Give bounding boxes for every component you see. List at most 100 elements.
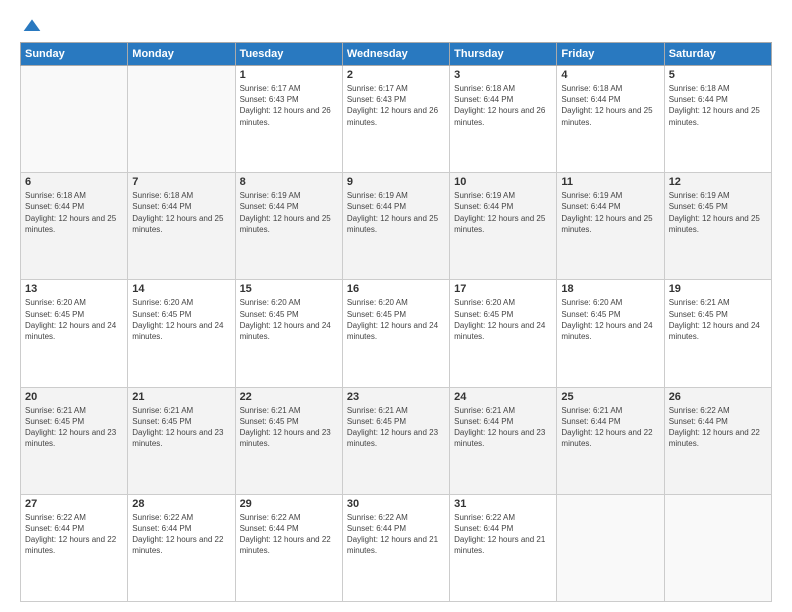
calendar-day: 14 Sunrise: 6:20 AM Sunset: 6:45 PM Dayli… [128, 280, 235, 387]
calendar-day: 13Sunrise: 6:20 AM Sunset: 6:45 PM Dayli… [21, 280, 128, 387]
day-number: 16 [347, 283, 445, 295]
day-info: Sunrise: 6:21 AM Sunset: 6:45 PM Dayligh… [669, 297, 767, 342]
day-info: Sunrise: 6:20 AM Sunset: 6:45 PM Dayligh… [240, 297, 338, 342]
calendar-day [557, 494, 664, 601]
day-info: Sunrise: 6:21 AM Sunset: 6:45 PM Dayligh… [240, 405, 338, 450]
day-info: Sunrise: 6:21 AM Sunset: 6:44 PM Dayligh… [454, 405, 552, 450]
calendar-day [128, 66, 235, 173]
day-number: 22 [240, 391, 338, 403]
day-number: 30 [347, 498, 445, 510]
calendar-day: 5 Sunrise: 6:18 AM Sunset: 6:44 PM Daylig… [664, 66, 771, 173]
calendar-header-row: SundayMondayTuesdayWednesdayThursdayFrid… [21, 43, 772, 66]
calendar-day [664, 494, 771, 601]
calendar: SundayMondayTuesdayWednesdayThursdayFrid… [20, 42, 772, 602]
calendar-week-row: 13Sunrise: 6:20 AM Sunset: 6:45 PM Dayli… [21, 280, 772, 387]
day-number: 25 [561, 391, 659, 403]
day-info: Sunrise: 6:19 AM Sunset: 6:44 PM Dayligh… [347, 190, 445, 235]
header [20, 16, 772, 32]
calendar-day: 15 Sunrise: 6:20 AM Sunset: 6:45 PM Dayli… [235, 280, 342, 387]
day-number: 6 [25, 176, 123, 188]
day-number: 23 [347, 391, 445, 403]
day-number: 4 [561, 69, 659, 81]
day-number: 17 [454, 283, 552, 295]
logo-text [20, 16, 42, 36]
calendar-day: 30 Sunrise: 6:22 AM Sunset: 6:44 PM Dayli… [342, 494, 449, 601]
day-info: Sunrise: 6:22 AM Sunset: 6:44 PM Dayligh… [240, 512, 338, 557]
calendar-day: 3Sunrise: 6:18 AM Sunset: 6:44 PM Daylig… [450, 66, 557, 173]
day-info: Sunrise: 6:22 AM Sunset: 6:44 PM Dayligh… [669, 405, 767, 450]
day-info: Sunrise: 6:20 AM Sunset: 6:45 PM Dayligh… [561, 297, 659, 342]
calendar-day: 12 Sunrise: 6:19 AM Sunset: 6:45 PM Dayli… [664, 173, 771, 280]
day-info: Sunrise: 6:18 AM Sunset: 6:44 PM Dayligh… [132, 190, 230, 235]
day-info: Sunrise: 6:20 AM Sunset: 6:45 PM Dayligh… [25, 297, 123, 342]
day-number: 20 [25, 391, 123, 403]
day-number: 8 [240, 176, 338, 188]
day-info: Sunrise: 6:18 AM Sunset: 6:44 PM Dayligh… [454, 83, 552, 128]
day-info: Sunrise: 6:21 AM Sunset: 6:45 PM Dayligh… [132, 405, 230, 450]
day-number: 15 [240, 283, 338, 295]
day-info: Sunrise: 6:18 AM Sunset: 6:44 PM Dayligh… [669, 83, 767, 128]
calendar-day: 29 Sunrise: 6:22 AM Sunset: 6:44 PM Dayli… [235, 494, 342, 601]
day-number: 14 [132, 283, 230, 295]
page: SundayMondayTuesdayWednesdayThursdayFrid… [0, 0, 792, 612]
day-info: Sunrise: 6:17 AM Sunset: 6:43 PM Dayligh… [240, 83, 338, 128]
calendar-day: 16Sunrise: 6:20 AM Sunset: 6:45 PM Dayli… [342, 280, 449, 387]
calendar-day: 26Sunrise: 6:22 AM Sunset: 6:44 PM Dayli… [664, 387, 771, 494]
calendar-week-row: 6 Sunrise: 6:18 AM Sunset: 6:44 PM Daylig… [21, 173, 772, 280]
day-info: Sunrise: 6:22 AM Sunset: 6:44 PM Dayligh… [132, 512, 230, 557]
calendar-day: 21Sunrise: 6:21 AM Sunset: 6:45 PM Dayli… [128, 387, 235, 494]
calendar-day: 20Sunrise: 6:21 AM Sunset: 6:45 PM Dayli… [21, 387, 128, 494]
day-number: 19 [669, 283, 767, 295]
calendar-day: 31 Sunrise: 6:22 AM Sunset: 6:44 PM Dayli… [450, 494, 557, 601]
calendar-header-friday: Friday [557, 43, 664, 66]
day-info: Sunrise: 6:22 AM Sunset: 6:44 PM Dayligh… [25, 512, 123, 557]
logo [20, 16, 42, 32]
calendar-day: 24 Sunrise: 6:21 AM Sunset: 6:44 PM Dayli… [450, 387, 557, 494]
day-info: Sunrise: 6:22 AM Sunset: 6:44 PM Dayligh… [454, 512, 552, 557]
day-number: 5 [669, 69, 767, 81]
logo-icon [22, 16, 42, 36]
calendar-day: 2Sunrise: 6:17 AM Sunset: 6:43 PM Daylig… [342, 66, 449, 173]
calendar-day: 25 Sunrise: 6:21 AM Sunset: 6:44 PM Dayli… [557, 387, 664, 494]
calendar-day: 10 Sunrise: 6:19 AM Sunset: 6:44 PM Dayli… [450, 173, 557, 280]
calendar-day: 8 Sunrise: 6:19 AM Sunset: 6:44 PM Daylig… [235, 173, 342, 280]
day-number: 11 [561, 176, 659, 188]
calendar-day: 19 Sunrise: 6:21 AM Sunset: 6:45 PM Dayli… [664, 280, 771, 387]
calendar-day: 1 Sunrise: 6:17 AM Sunset: 6:43 PM Daylig… [235, 66, 342, 173]
calendar-day [21, 66, 128, 173]
day-number: 12 [669, 176, 767, 188]
day-number: 29 [240, 498, 338, 510]
day-number: 10 [454, 176, 552, 188]
day-info: Sunrise: 6:20 AM Sunset: 6:45 PM Dayligh… [454, 297, 552, 342]
day-info: Sunrise: 6:21 AM Sunset: 6:45 PM Dayligh… [347, 405, 445, 450]
day-number: 31 [454, 498, 552, 510]
calendar-header-wednesday: Wednesday [342, 43, 449, 66]
calendar-day: 18 Sunrise: 6:20 AM Sunset: 6:45 PM Dayli… [557, 280, 664, 387]
day-number: 9 [347, 176, 445, 188]
calendar-day: 7 Sunrise: 6:18 AM Sunset: 6:44 PM Daylig… [128, 173, 235, 280]
calendar-week-row: 1 Sunrise: 6:17 AM Sunset: 6:43 PM Daylig… [21, 66, 772, 173]
day-number: 7 [132, 176, 230, 188]
calendar-header-tuesday: Tuesday [235, 43, 342, 66]
day-info: Sunrise: 6:19 AM Sunset: 6:45 PM Dayligh… [669, 190, 767, 235]
calendar-header-thursday: Thursday [450, 43, 557, 66]
day-number: 18 [561, 283, 659, 295]
day-info: Sunrise: 6:18 AM Sunset: 6:44 PM Dayligh… [25, 190, 123, 235]
day-info: Sunrise: 6:17 AM Sunset: 6:43 PM Dayligh… [347, 83, 445, 128]
day-info: Sunrise: 6:18 AM Sunset: 6:44 PM Dayligh… [561, 83, 659, 128]
day-info: Sunrise: 6:19 AM Sunset: 6:44 PM Dayligh… [561, 190, 659, 235]
day-info: Sunrise: 6:19 AM Sunset: 6:44 PM Dayligh… [240, 190, 338, 235]
day-number: 28 [132, 498, 230, 510]
calendar-day: 27Sunrise: 6:22 AM Sunset: 6:44 PM Dayli… [21, 494, 128, 601]
day-info: Sunrise: 6:21 AM Sunset: 6:44 PM Dayligh… [561, 405, 659, 450]
calendar-header-sunday: Sunday [21, 43, 128, 66]
calendar-week-row: 20 Sunrise: 6:21 AM Sunset: 6:45 PM Dayli… [21, 387, 772, 494]
day-info: Sunrise: 6:20 AM Sunset: 6:45 PM Dayligh… [132, 297, 230, 342]
calendar-week-row: 27Sunrise: 6:22 AM Sunset: 6:44 PM Dayli… [21, 494, 772, 601]
calendar-day: 17 Sunrise: 6:20 AM Sunset: 6:45 PM Dayli… [450, 280, 557, 387]
day-info: Sunrise: 6:22 AM Sunset: 6:44 PM Dayligh… [347, 512, 445, 557]
day-number: 1 [240, 69, 338, 81]
calendar-header-monday: Monday [128, 43, 235, 66]
day-info: Sunrise: 6:19 AM Sunset: 6:44 PM Dayligh… [454, 190, 552, 235]
day-number: 24 [454, 391, 552, 403]
